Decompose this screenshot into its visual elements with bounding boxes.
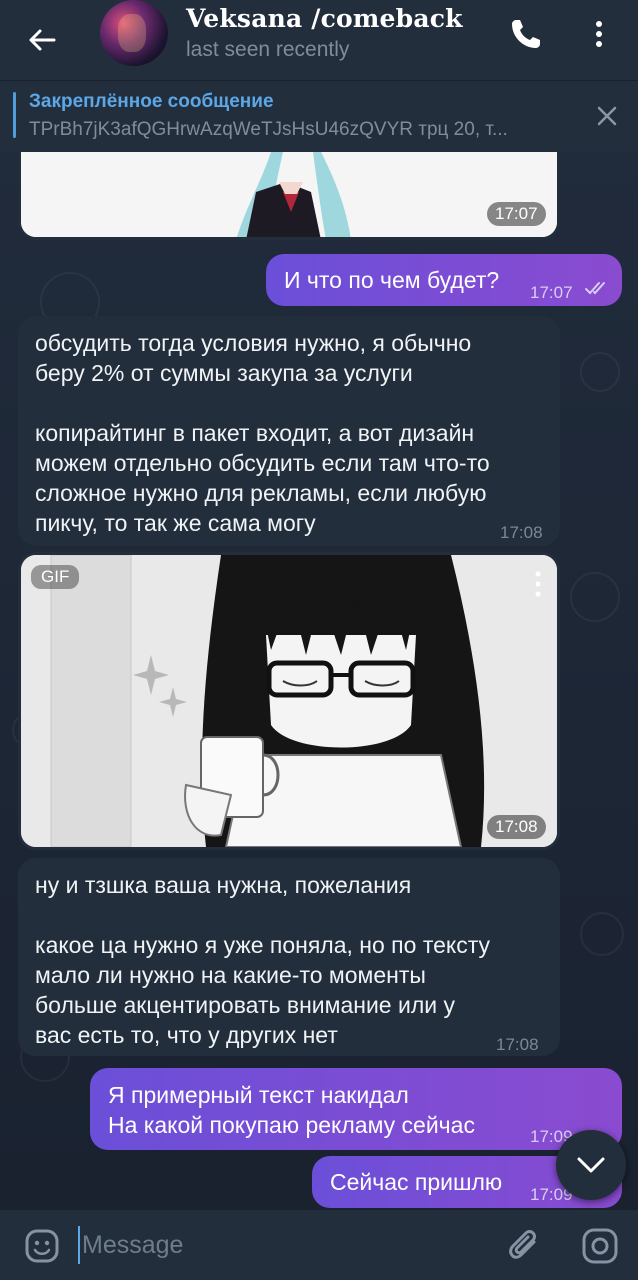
double-check-icon xyxy=(585,282,605,295)
emoji-button[interactable] xyxy=(24,1228,60,1264)
message-text: Сейчас пришлю xyxy=(330,1169,503,1195)
back-button[interactable] xyxy=(22,20,62,60)
message-input[interactable] xyxy=(78,1226,478,1264)
pinned-message-bar[interactable]: Закреплённое сообщение TPrBh7jK3afQGHrwA… xyxy=(0,80,638,152)
chat-title[interactable]: Veksana /comeback xyxy=(186,4,463,33)
pinned-indicator xyxy=(13,92,16,138)
message-text: Я примерный текст накидал На какой покуп… xyxy=(108,1082,475,1138)
message-time: 17:08 xyxy=(496,1035,539,1054)
camera-button[interactable] xyxy=(580,1226,620,1266)
camera-icon xyxy=(582,1228,618,1264)
incoming-message[interactable]: ну и тзшка ваша нужна, пожелания какое ц… xyxy=(18,858,560,1056)
gif-message[interactable]: GIF 17:08 xyxy=(18,552,560,850)
phone-icon xyxy=(512,20,540,48)
incoming-message[interactable]: обсудить тогда условия нужно, я обычно б… xyxy=(18,316,560,546)
outgoing-message[interactable]: Я примерный текст накидал На какой покуп… xyxy=(90,1068,622,1150)
message-time: 17:08 xyxy=(487,815,546,839)
close-icon xyxy=(597,106,617,126)
attach-button[interactable] xyxy=(506,1228,544,1266)
more-menu-button[interactable] xyxy=(584,14,614,54)
call-button[interactable] xyxy=(506,14,546,54)
more-vertical-icon[interactable] xyxy=(531,569,545,599)
chat-status: last seen recently xyxy=(186,38,350,61)
chat-header: Veksana /comeback last seen recently xyxy=(0,0,638,80)
outgoing-message[interactable]: И что по чем будет? 17:07 xyxy=(266,254,622,306)
pinned-title: Закреплённое сообщение xyxy=(29,91,274,112)
scroll-down-button[interactable] xyxy=(556,1130,626,1200)
message-time: 17:08 xyxy=(500,523,543,542)
gif-badge: GIF xyxy=(31,565,80,589)
message-text: ну и тзшка ваша нужна, пожелания какое ц… xyxy=(35,872,491,1048)
anime-image xyxy=(21,152,557,237)
message-time: 17:07 xyxy=(530,283,573,302)
pinned-close-button[interactable] xyxy=(592,101,622,131)
anime-gif xyxy=(21,555,557,847)
message-time: 17:07 xyxy=(487,202,546,226)
chevron-down-icon xyxy=(577,1157,605,1173)
back-arrow-icon xyxy=(29,29,56,51)
image-message[interactable]: 17:07 xyxy=(18,152,560,240)
message-text: И что по чем будет? xyxy=(284,267,500,293)
pinned-text: TPrBh7jK3afQGHrwAzqWeTJsHsU46zQVYR трц 2… xyxy=(29,119,508,140)
more-vertical-icon xyxy=(596,21,602,47)
emoji-icon xyxy=(25,1229,59,1263)
message-input-bar xyxy=(0,1210,638,1280)
avatar[interactable] xyxy=(100,0,168,66)
paperclip-icon xyxy=(509,1230,536,1259)
message-text: обсудить тогда условия нужно, я обычно б… xyxy=(35,330,490,536)
